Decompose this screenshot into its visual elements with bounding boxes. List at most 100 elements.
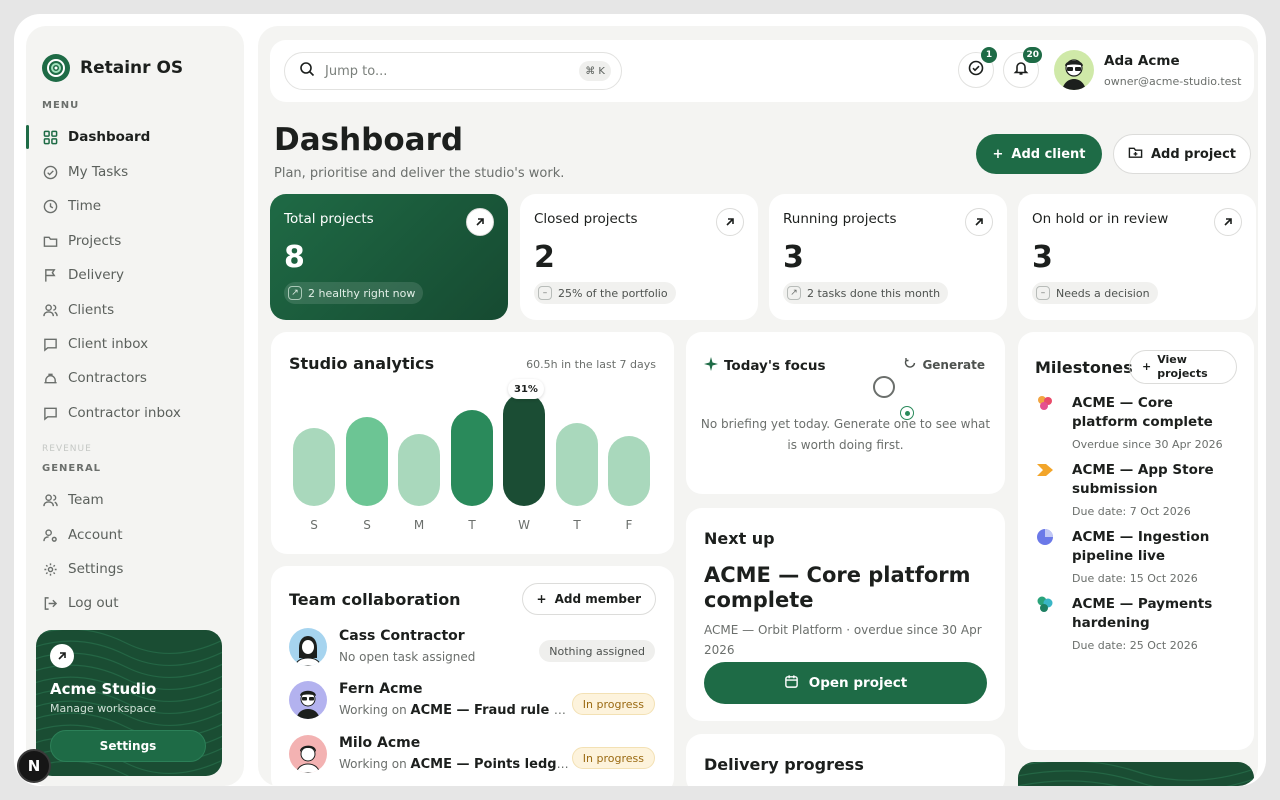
sidebar-item-team[interactable]: Team bbox=[26, 485, 244, 515]
arrow-up-right-icon[interactable] bbox=[716, 208, 744, 236]
plus-icon: + bbox=[992, 146, 1004, 162]
sidebar-item-delivery[interactable]: Delivery bbox=[26, 260, 244, 290]
stat-card-total-projects[interactable]: Total projects 8 ↗ 2 healthy right now bbox=[270, 194, 508, 320]
arrow-up-right-icon[interactable] bbox=[466, 208, 494, 236]
milestone-title: ACME — App Store submission bbox=[1072, 462, 1214, 497]
chart-highlight-label: 31% bbox=[508, 379, 544, 399]
app-name: Retainr OS bbox=[80, 58, 184, 78]
view-projects-button[interactable]: + View projects bbox=[1129, 350, 1237, 384]
sidebar-item-label: Time bbox=[68, 198, 102, 214]
sidebar-item-client-inbox[interactable]: Client inbox bbox=[26, 329, 244, 359]
add-client-label: Add client bbox=[1011, 146, 1086, 162]
status-badge: Nothing assigned bbox=[539, 640, 655, 662]
member-name: Fern Acme bbox=[339, 681, 423, 697]
sidebar-item-label: Projects bbox=[68, 233, 122, 249]
sidebar-item-label: Settings bbox=[68, 561, 124, 577]
chart-bar[interactable] bbox=[556, 423, 598, 506]
app-window: Retainr OS MENU Dashboard My Tasks Time … bbox=[14, 14, 1266, 786]
message-icon bbox=[42, 405, 58, 421]
team-member-row[interactable]: Fern Acme Working on ACME — Fraud rule t… bbox=[289, 681, 655, 727]
trend-up-icon: ↗ bbox=[288, 286, 302, 300]
users-icon bbox=[42, 492, 58, 508]
menu-section-label: MENU bbox=[42, 100, 80, 111]
sidebar-item-projects[interactable]: Projects bbox=[26, 226, 244, 256]
generate-label: Generate bbox=[922, 357, 985, 372]
brand[interactable]: Retainr OS bbox=[42, 54, 183, 82]
avatar bbox=[289, 681, 327, 719]
arrow-up-right-icon[interactable] bbox=[965, 208, 993, 236]
arrow-up-right-icon[interactable] bbox=[1214, 208, 1242, 236]
add-client-button[interactable]: + Add client bbox=[976, 134, 1102, 174]
tasks-button[interactable]: 1 bbox=[958, 47, 997, 88]
revenue-section-label: REVENUE bbox=[42, 444, 92, 454]
sidebar-item-time[interactable]: Time bbox=[26, 191, 244, 221]
minus-icon: – bbox=[1036, 286, 1050, 300]
milestone-cluster-icon bbox=[1037, 596, 1053, 612]
stat-note: – Needs a decision bbox=[1032, 282, 1158, 304]
team-member-row[interactable]: Cass Contractor No open task assigned No… bbox=[289, 628, 655, 674]
sidebar-item-contractors[interactable]: Contractors bbox=[26, 363, 244, 393]
delivery-title: Delivery progress bbox=[704, 755, 864, 774]
chart-x-label: S bbox=[310, 518, 318, 532]
open-project-button[interactable]: Open project bbox=[704, 662, 987, 704]
generate-button[interactable]: Generate bbox=[904, 357, 985, 372]
general-section-label: GENERAL bbox=[42, 463, 102, 474]
member-subtitle: No open task assigned bbox=[339, 650, 476, 664]
add-project-button[interactable]: Add project bbox=[1113, 134, 1251, 174]
check-circle-icon bbox=[42, 164, 58, 180]
chart-bar[interactable] bbox=[293, 428, 335, 506]
sidebar: Retainr OS MENU Dashboard My Tasks Time … bbox=[26, 26, 244, 786]
sidebar-item-dashboard[interactable]: Dashboard bbox=[26, 122, 244, 152]
dev-tools-badge[interactable]: N bbox=[17, 749, 51, 783]
workspace-settings-button[interactable]: Settings bbox=[50, 730, 206, 762]
search-placeholder: Jump to... bbox=[325, 63, 388, 79]
stat-card-on-hold[interactable]: On hold or in review 3 – Needs a decision bbox=[1018, 194, 1256, 320]
stat-card-running-projects[interactable]: Running projects 3 ↗ 2 tasks done this mo… bbox=[769, 194, 1007, 320]
sidebar-item-clients[interactable]: Clients bbox=[26, 295, 244, 325]
search-input[interactable]: Jump to... ⌘ K bbox=[284, 52, 622, 90]
page-subtitle: Plan, prioritise and deliver the studio'… bbox=[274, 166, 565, 181]
page-title: Dashboard bbox=[274, 122, 464, 158]
minus-icon: – bbox=[538, 286, 552, 300]
stat-label: Closed projects bbox=[534, 211, 638, 227]
check-circle-icon bbox=[968, 60, 984, 80]
add-project-label: Add project bbox=[1150, 146, 1237, 162]
chart-bar[interactable] bbox=[608, 436, 650, 506]
chart-bar[interactable] bbox=[451, 410, 493, 506]
sidebar-item-account[interactable]: Account bbox=[26, 520, 244, 550]
plus-icon: + bbox=[1142, 360, 1152, 373]
notifications-button[interactable]: 20 bbox=[1003, 47, 1042, 88]
hard-hat-icon bbox=[42, 370, 58, 386]
milestone-date: Due date: 15 Oct 2026 bbox=[1072, 572, 1198, 585]
tasks-count-badge: 1 bbox=[981, 47, 997, 63]
stat-label: Total projects bbox=[284, 211, 374, 227]
sidebar-item-log-out[interactable]: Log out bbox=[26, 588, 244, 618]
wave-pattern-decoration bbox=[1018, 762, 1254, 786]
milestone-chevron-icon bbox=[1037, 464, 1053, 476]
chart-bar[interactable] bbox=[503, 393, 545, 506]
arrow-up-right-icon[interactable] bbox=[50, 644, 74, 668]
stat-card-closed-projects[interactable]: Closed projects 2 –25% of the portfolio bbox=[520, 194, 758, 320]
team-member-row[interactable]: Milo Acme Working on ACME — Points ledge… bbox=[289, 735, 655, 781]
sidebar-item-contractor-inbox[interactable]: Contractor inbox bbox=[26, 398, 244, 428]
sparkle-icon bbox=[704, 356, 718, 375]
sidebar-item-label: Contractors bbox=[68, 370, 147, 386]
milestones-title: Milestones bbox=[1035, 358, 1133, 377]
team-title: Team collaboration bbox=[289, 590, 461, 609]
member-task: ACME — Points ledger reconciliation bbox=[410, 757, 571, 772]
milestone-title: ACME — Payments hardening bbox=[1072, 596, 1213, 631]
next-up-card: Next up ACME — Core platform complete AC… bbox=[686, 508, 1005, 721]
working-on-label: Working on bbox=[339, 757, 407, 771]
stat-value: 3 bbox=[783, 240, 804, 275]
sidebar-item-my-tasks[interactable]: My Tasks bbox=[26, 157, 244, 187]
promo-teaser-card bbox=[1018, 762, 1254, 786]
user-avatar[interactable] bbox=[1054, 50, 1094, 90]
chart-bar[interactable] bbox=[346, 417, 388, 506]
chart-x-label: M bbox=[413, 518, 425, 532]
chart-bar[interactable] bbox=[398, 434, 440, 506]
avatar bbox=[289, 735, 327, 773]
add-member-button[interactable]: + Add member bbox=[521, 583, 656, 615]
analytics-title: Studio analytics bbox=[289, 354, 435, 373]
calendar-icon bbox=[784, 674, 799, 693]
sidebar-item-settings[interactable]: Settings bbox=[26, 554, 244, 584]
